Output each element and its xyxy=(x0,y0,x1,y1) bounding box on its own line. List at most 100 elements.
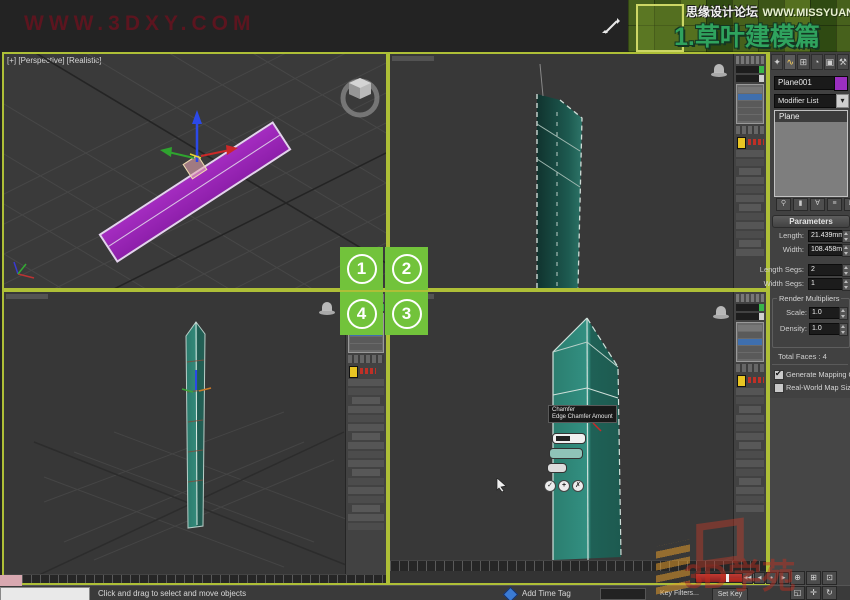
width-label: Width: xyxy=(783,245,804,254)
field-of-view-icon[interactable]: ◱ xyxy=(790,586,805,600)
scale-value[interactable]: 1.0 xyxy=(809,307,841,319)
time-tag-field[interactable] xyxy=(600,588,646,600)
step-badge-3: 3 xyxy=(385,292,428,335)
density-row: Density: 1.0 xyxy=(773,323,849,335)
key-mode-button[interactable]: ● xyxy=(766,572,777,584)
step-badge-4: 4 xyxy=(340,292,383,335)
viewport-3-screenshot[interactable]: Chamfer Edge Chamfer Amount ✓ + ✗ xyxy=(388,290,768,585)
command-panel-tabs: ✦ ∿ ⊞ ◔ ▣ ⚒ xyxy=(771,54,849,70)
command-panel: ✦ ∿ ⊞ ◔ ▣ ⚒ Plane001 Modifier List ▾ Pla… xyxy=(768,52,850,600)
generate-mapping-checkbox[interactable] xyxy=(774,370,784,380)
display-tab-icon[interactable]: ▣ xyxy=(824,54,836,70)
zoom-icon[interactable]: ⊕ xyxy=(790,571,805,585)
play-button[interactable]: ▶ xyxy=(778,572,789,584)
dropdown-arrow-icon[interactable]: ▾ xyxy=(836,94,849,108)
real-world-checkbox[interactable] xyxy=(774,383,784,393)
length-segs-value[interactable]: 2 xyxy=(808,264,844,276)
density-value[interactable]: 1.0 xyxy=(809,323,841,335)
modifier-list-dropdown[interactable]: Modifier List xyxy=(774,94,842,108)
maxscript-mini-listener[interactable] xyxy=(0,587,90,600)
expand-arrows-icon[interactable] xyxy=(601,17,621,37)
render-multipliers-group: Render Multipliers Scale: 1.0 Density: 1… xyxy=(772,298,850,348)
object-color-swatch[interactable] xyxy=(834,76,848,91)
width-spinner[interactable] xyxy=(842,244,850,257)
width-segs-label: Width Segs: xyxy=(764,279,804,288)
create-tab-icon[interactable]: ✦ xyxy=(771,54,783,70)
viewport-2-screenshot[interactable] xyxy=(388,52,768,290)
stack-item-plane[interactable]: Plane xyxy=(775,111,847,122)
length-row: Length: 21.439mm xyxy=(770,230,850,242)
length-label: Length: xyxy=(779,231,804,240)
caddy-title: Chamfer xyxy=(552,407,613,414)
length-segs-spinner[interactable] xyxy=(842,264,850,277)
length-segs-row: Length Segs: 2 xyxy=(770,264,850,276)
caddy-cancel-button[interactable]: ✗ xyxy=(572,480,584,492)
viewcube-home-icon[interactable] xyxy=(713,306,729,319)
viewcube-home-icon[interactable] xyxy=(711,64,727,77)
mini-command-panel-2 xyxy=(733,54,766,288)
generate-mapping-label: Generate Mapping Coords. xyxy=(786,370,850,379)
utilities-tab-icon[interactable]: ⚒ xyxy=(837,54,849,70)
hierarchy-tab-icon[interactable]: ⊞ xyxy=(797,54,809,70)
density-spinner[interactable] xyxy=(839,323,848,336)
width-segs-spinner[interactable] xyxy=(842,278,850,291)
auto-key-red-field[interactable] xyxy=(695,573,743,583)
width-row: Width: 108.458mm xyxy=(770,244,850,256)
generate-mapping-row: Generate Mapping Coords. xyxy=(770,370,850,380)
viewport-perspective[interactable]: [+] [Perspective] [Realistic] xyxy=(2,52,388,290)
pan-icon[interactable]: ✛ xyxy=(806,586,821,600)
caddy-amount-field[interactable] xyxy=(552,433,586,444)
divider xyxy=(772,364,848,365)
orbit-icon[interactable]: ↻ xyxy=(822,586,837,600)
panel-empty-area xyxy=(770,398,850,600)
caddy-open-toggle[interactable] xyxy=(547,463,567,473)
scale-spinner[interactable] xyxy=(839,307,848,320)
move-gizmo[interactable] xyxy=(4,54,386,288)
scale-label: Scale: xyxy=(786,308,807,317)
length-value[interactable]: 21.439mm xyxy=(808,230,844,242)
object-name-field[interactable]: Plane001 xyxy=(774,76,836,90)
parameters-rollout-header[interactable]: Parameters xyxy=(772,215,850,228)
real-world-row: Real-World Map Size xyxy=(770,383,850,393)
viewport-4-screenshot[interactable] xyxy=(2,290,388,585)
configure-stack-icon[interactable]: ⊡ xyxy=(844,198,850,211)
caddy-tooltip-text: Edge Chamfer Amount xyxy=(552,414,613,421)
prompt-text: Click and drag to select and move object… xyxy=(98,589,246,598)
make-unique-icon[interactable]: ∀ xyxy=(810,198,825,211)
set-key-button[interactable]: Set Key xyxy=(712,588,748,600)
grass-reference-image: 思缘设计论坛 WWW.MISSYUAN.COM 1.草叶建模篇 xyxy=(628,0,850,52)
modify-tab-icon[interactable]: ∿ xyxy=(784,54,796,70)
remove-modifier-icon[interactable]: ≡ xyxy=(827,198,842,211)
prev-frame-button[interactable]: ◀ xyxy=(754,572,765,584)
track-bar-4[interactable] xyxy=(4,574,386,584)
blade-object-front[interactable] xyxy=(390,54,766,288)
width-segs-value[interactable]: 1 xyxy=(808,278,844,290)
status-bar: Click and drag to select and move object… xyxy=(0,585,850,600)
width-value[interactable]: 108.458mm xyxy=(808,244,844,256)
add-time-tag-button[interactable]: Add Time Tag xyxy=(522,589,571,598)
lesson-title: 1.草叶建模篇 xyxy=(674,17,820,52)
viewcube[interactable] xyxy=(337,72,383,118)
step-badge-1: 1 xyxy=(340,247,383,290)
key-filters-button[interactable]: Key Filters... xyxy=(660,590,699,597)
length-spinner[interactable] xyxy=(842,230,850,243)
pin-stack-icon[interactable]: ⚲ xyxy=(776,198,791,211)
show-end-result-icon[interactable]: ▮ xyxy=(793,198,808,211)
go-start-button[interactable]: ◀◀ xyxy=(742,572,753,584)
caddy-tooltip: Chamfer Edge Chamfer Amount xyxy=(548,405,617,423)
caddy-ok-button[interactable]: ✓ xyxy=(544,480,556,492)
length-segs-label: Length Segs: xyxy=(760,265,804,274)
caddy-apply-button[interactable]: + xyxy=(558,480,570,492)
total-faces-text: Total Faces : 4 xyxy=(778,352,827,361)
scale-row: Scale: 1.0 xyxy=(773,307,849,319)
mini-listener-pink-box[interactable] xyxy=(0,575,22,586)
blade-object-thin[interactable] xyxy=(4,292,386,583)
stack-toolbar: ⚲ ▮ ∀ ≡ ⊡ xyxy=(776,198,850,211)
zoom-all-icon[interactable]: ⊞ xyxy=(806,571,821,585)
caddy-segments-field[interactable] xyxy=(549,448,583,459)
zoom-extents-icon[interactable]: ⊡ xyxy=(822,571,837,585)
modifier-stack[interactable]: Plane xyxy=(774,110,848,197)
motion-tab-icon[interactable]: ◔ xyxy=(811,54,823,70)
viewcube-home-icon[interactable] xyxy=(319,302,335,315)
time-tag-icon xyxy=(503,587,519,600)
